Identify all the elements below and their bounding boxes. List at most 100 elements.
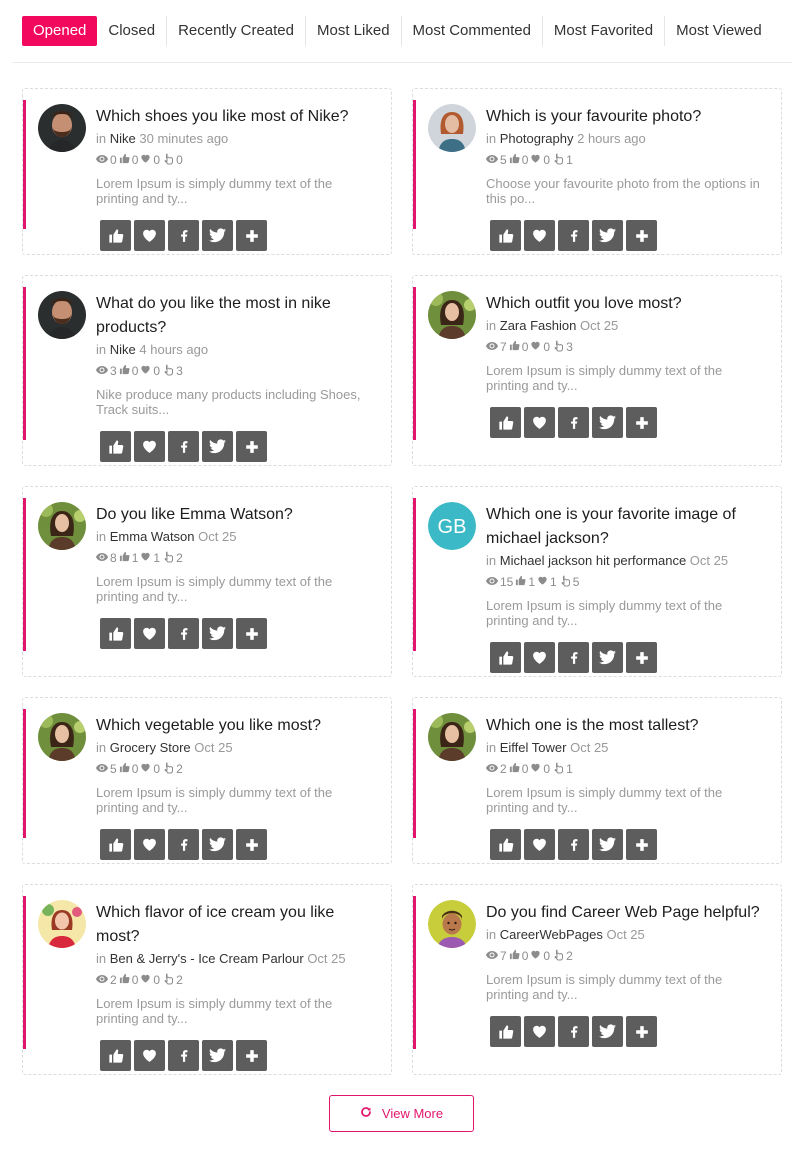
plus-button[interactable] (236, 618, 267, 649)
question-title[interactable]: Which vegetable you like most? (96, 714, 377, 738)
question-title[interactable]: Which outfit you love most? (486, 292, 767, 316)
question-title[interactable]: Which is your favourite photo? (486, 105, 767, 129)
card-accent-bar (413, 498, 416, 651)
tab-most-commented[interactable]: Most Commented (400, 16, 542, 46)
category-link[interactable]: Ben & Jerry's - Ice Cream Parlour (110, 951, 304, 966)
eye-icon (486, 949, 500, 963)
plus-button[interactable] (236, 829, 267, 860)
twitter-button[interactable] (592, 829, 623, 860)
in-label: in (486, 740, 497, 755)
facebook-button[interactable] (558, 642, 589, 673)
author-avatar[interactable] (38, 502, 86, 550)
author-avatar[interactable] (428, 291, 476, 339)
twitter-button[interactable] (592, 1016, 623, 1047)
category-link[interactable]: Nike (110, 342, 136, 357)
question-title[interactable]: Which one is your favorite image of mich… (486, 503, 767, 551)
question-title[interactable]: Which shoes you like most of Nike? (96, 105, 377, 129)
twitter-button[interactable] (202, 431, 233, 462)
twitter-button[interactable] (592, 407, 623, 438)
heart-button[interactable] (134, 431, 165, 462)
twitter-button[interactable] (592, 642, 623, 673)
author-avatar[interactable] (428, 900, 476, 948)
author-avatar[interactable] (38, 104, 86, 152)
thumbs-up-button[interactable] (100, 431, 131, 462)
card-body: Which outfit you love most? in Zara Fashi… (486, 292, 767, 438)
plus-button[interactable] (236, 431, 267, 462)
facebook-button[interactable] (558, 1016, 589, 1047)
tab-most-favorited[interactable]: Most Favorited (541, 16, 664, 46)
tab-most-liked[interactable]: Most Liked (305, 16, 401, 46)
plus-button[interactable] (626, 220, 657, 251)
favorites-count: 0 (543, 340, 551, 354)
twitter-button[interactable] (202, 1040, 233, 1071)
category-link[interactable]: Michael jackson hit performance (500, 553, 686, 568)
question-title[interactable]: What do you like the most in nike produc… (96, 292, 377, 340)
thumbs-up-button[interactable] (100, 1040, 131, 1071)
comments-count: 2 (176, 762, 183, 776)
tab-closed[interactable]: Closed (97, 16, 166, 46)
thumbs-up-button[interactable] (490, 407, 521, 438)
thumbs-up-button[interactable] (490, 642, 521, 673)
author-avatar[interactable] (38, 291, 86, 339)
facebook-button[interactable] (558, 829, 589, 860)
plus-button[interactable] (626, 407, 657, 438)
hand-pointer-icon (552, 153, 566, 168)
facebook-button[interactable] (168, 431, 199, 462)
category-link[interactable]: Emma Watson (110, 529, 195, 544)
plus-button[interactable] (626, 829, 657, 860)
view-more-label: View More (381, 1106, 444, 1121)
facebook-button[interactable] (558, 407, 589, 438)
question-title[interactable]: Do you find Career Web Page helpful? (486, 901, 767, 925)
twitter-button[interactable] (202, 220, 233, 251)
heart-button[interactable] (134, 618, 165, 649)
heart-button[interactable] (524, 220, 555, 251)
thumbs-up-button[interactable] (490, 829, 521, 860)
likes-count: 1 (131, 551, 139, 565)
author-avatar[interactable] (428, 713, 476, 761)
facebook-button[interactable] (558, 220, 589, 251)
heart-button[interactable] (134, 829, 165, 860)
category-link[interactable]: CareerWebPages (500, 927, 603, 942)
author-avatar[interactable]: GB (428, 502, 476, 550)
author-avatar[interactable] (38, 713, 86, 761)
category-link[interactable]: Grocery Store (110, 740, 191, 755)
heart-button[interactable] (134, 1040, 165, 1071)
thumbs-up-icon (119, 153, 132, 167)
facebook-button[interactable] (168, 829, 199, 860)
category-link[interactable]: Zara Fashion (500, 318, 577, 333)
thumbs-up-button[interactable] (100, 829, 131, 860)
author-avatar[interactable] (38, 900, 86, 948)
heart-button[interactable] (524, 829, 555, 860)
heart-button[interactable] (524, 1016, 555, 1047)
plus-button[interactable] (626, 642, 657, 673)
thumbs-up-button[interactable] (100, 618, 131, 649)
author-avatar[interactable] (428, 104, 476, 152)
thumbs-up-button[interactable] (490, 220, 521, 251)
plus-button[interactable] (236, 1040, 267, 1071)
twitter-button[interactable] (202, 618, 233, 649)
twitter-button[interactable] (592, 220, 623, 251)
facebook-button[interactable] (168, 618, 199, 649)
category-link[interactable]: Nike (110, 131, 136, 146)
thumbs-up-button[interactable] (100, 220, 131, 251)
plus-button[interactable] (236, 220, 267, 251)
facebook-button[interactable] (168, 1040, 199, 1071)
view-more-button[interactable]: View More (329, 1095, 474, 1132)
twitter-button[interactable] (202, 829, 233, 860)
question-title[interactable]: Which one is the most tallest? (486, 714, 767, 738)
thumbs-up-button[interactable] (490, 1016, 521, 1047)
question-title[interactable]: Which flavor of ice cream you like most? (96, 901, 377, 949)
favorites-stat: 0 (140, 153, 160, 167)
heart-button[interactable] (524, 407, 555, 438)
category-link[interactable]: Photography (500, 131, 574, 146)
tab-recently-created[interactable]: Recently Created (166, 16, 305, 46)
plus-button[interactable] (626, 1016, 657, 1047)
tab-opened[interactable]: Opened (22, 16, 98, 46)
question-title[interactable]: Do you like Emma Watson? (96, 503, 377, 527)
heart-button[interactable] (524, 642, 555, 673)
heart-button[interactable] (134, 220, 165, 251)
favorites-stat: 0 (530, 153, 550, 167)
category-link[interactable]: Eiffel Tower (500, 740, 567, 755)
facebook-button[interactable] (168, 220, 199, 251)
tab-most-viewed[interactable]: Most Viewed (664, 16, 773, 46)
